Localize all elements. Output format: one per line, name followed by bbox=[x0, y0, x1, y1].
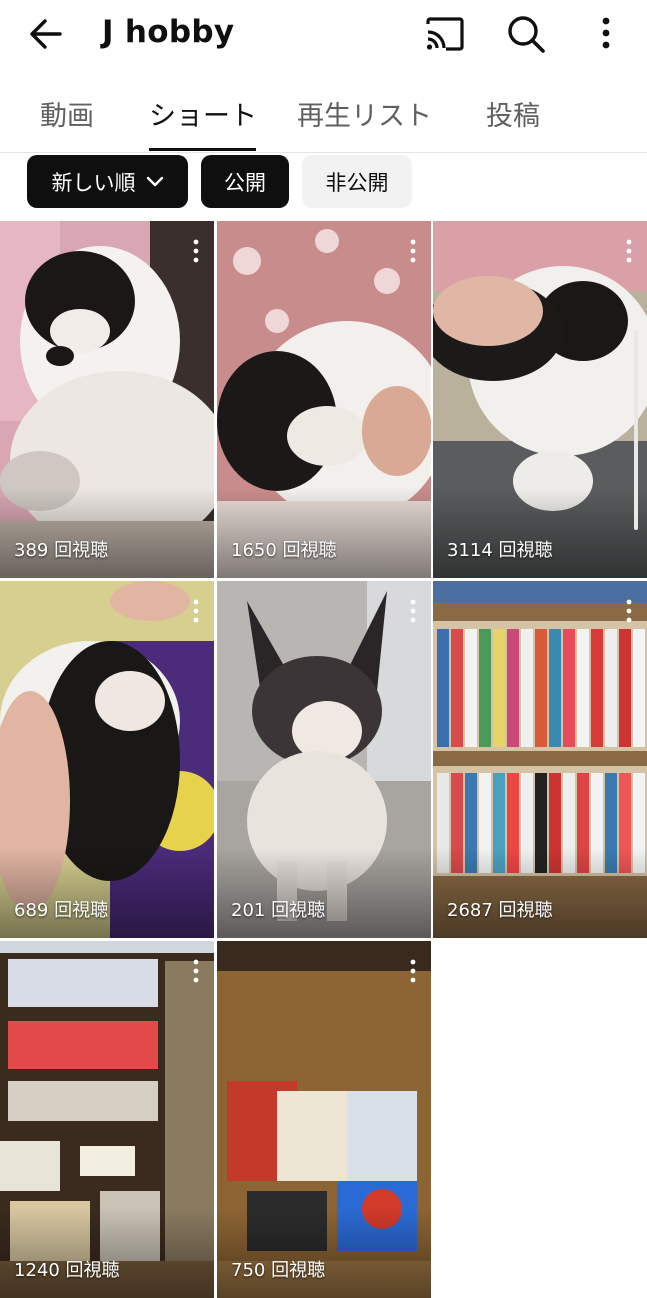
thumbnail-shade bbox=[0, 1208, 214, 1298]
view-count: 3114 回視聴 bbox=[447, 540, 553, 561]
view-count: 201 回視聴 bbox=[231, 900, 326, 921]
tab-posts[interactable]: 投稿 bbox=[486, 94, 540, 133]
view-count: 750 回視聴 bbox=[231, 1260, 326, 1281]
top-app-bar: J hobby bbox=[0, 0, 647, 70]
view-count: 689 回視聴 bbox=[14, 900, 109, 921]
short-thumbnail[interactable]: 389 回視聴 bbox=[0, 221, 214, 578]
short-thumbnail[interactable]: 3114 回視聴 bbox=[433, 221, 647, 578]
filter-chips: 新しい順 公開 非公開 bbox=[0, 155, 647, 210]
thumbnail-shade bbox=[217, 1208, 431, 1298]
shorts-grid: 389 回視聴 1650 回視聴 3114 回視聴 689 回視聴 201 回視… bbox=[0, 221, 647, 1298]
thumbnail-shade bbox=[217, 848, 431, 938]
search-icon bbox=[508, 16, 545, 53]
more-vert-icon[interactable] bbox=[625, 599, 633, 623]
view-count: 1240 回視聴 bbox=[14, 1260, 120, 1281]
private-chip[interactable]: 非公開 bbox=[302, 155, 412, 208]
public-chip[interactable]: 公開 bbox=[201, 155, 289, 208]
chevron-down-icon bbox=[146, 176, 163, 186]
search-button[interactable] bbox=[504, 12, 548, 56]
scrollbar[interactable] bbox=[634, 330, 638, 530]
short-thumbnail[interactable]: 750 回視聴 bbox=[217, 941, 431, 1298]
view-count: 2687 回視聴 bbox=[447, 900, 553, 921]
tab-videos[interactable]: 動画 bbox=[40, 94, 94, 133]
channel-title: J hobby bbox=[102, 14, 235, 50]
short-thumbnail[interactable]: 201 回視聴 bbox=[217, 581, 431, 938]
thumbnail-shade bbox=[433, 848, 647, 938]
more-vert-icon[interactable] bbox=[409, 959, 417, 983]
tab-playlists[interactable]: 再生リスト bbox=[297, 94, 432, 133]
more-vert-icon[interactable] bbox=[625, 239, 633, 263]
more-vert-icon[interactable] bbox=[192, 959, 200, 983]
active-tab-indicator bbox=[149, 148, 256, 151]
thumbnail-shade bbox=[0, 488, 214, 578]
more-options-button[interactable] bbox=[585, 12, 629, 56]
short-thumbnail[interactable]: 1650 回視聴 bbox=[217, 221, 431, 578]
thumbnail-shade bbox=[0, 848, 214, 938]
view-count: 1650 回視聴 bbox=[231, 540, 337, 561]
short-thumbnail[interactable]: 1240 回視聴 bbox=[0, 941, 214, 1298]
more-vert-icon[interactable] bbox=[409, 599, 417, 623]
arrow-left-icon bbox=[30, 19, 62, 49]
tab-shorts[interactable]: ショート bbox=[149, 94, 257, 133]
sort-chip-label: 新しい順 bbox=[51, 170, 136, 195]
more-vert-icon[interactable] bbox=[192, 239, 200, 263]
cast-button[interactable] bbox=[422, 12, 466, 56]
view-count: 389 回視聴 bbox=[14, 540, 109, 561]
cast-icon bbox=[426, 17, 464, 51]
thumbnail-shade bbox=[217, 488, 431, 578]
more-vert-icon bbox=[602, 17, 610, 49]
thumbnail-shade bbox=[433, 488, 647, 578]
more-vert-icon[interactable] bbox=[192, 599, 200, 623]
sort-chip[interactable]: 新しい順 bbox=[27, 155, 188, 208]
back-button[interactable] bbox=[26, 14, 68, 54]
short-thumbnail[interactable]: 2687 回視聴 bbox=[433, 581, 647, 938]
short-thumbnail[interactable]: 689 回視聴 bbox=[0, 581, 214, 938]
more-vert-icon[interactable] bbox=[409, 239, 417, 263]
channel-tabs: 動画 ショート 再生リスト 投稿 bbox=[0, 78, 647, 153]
